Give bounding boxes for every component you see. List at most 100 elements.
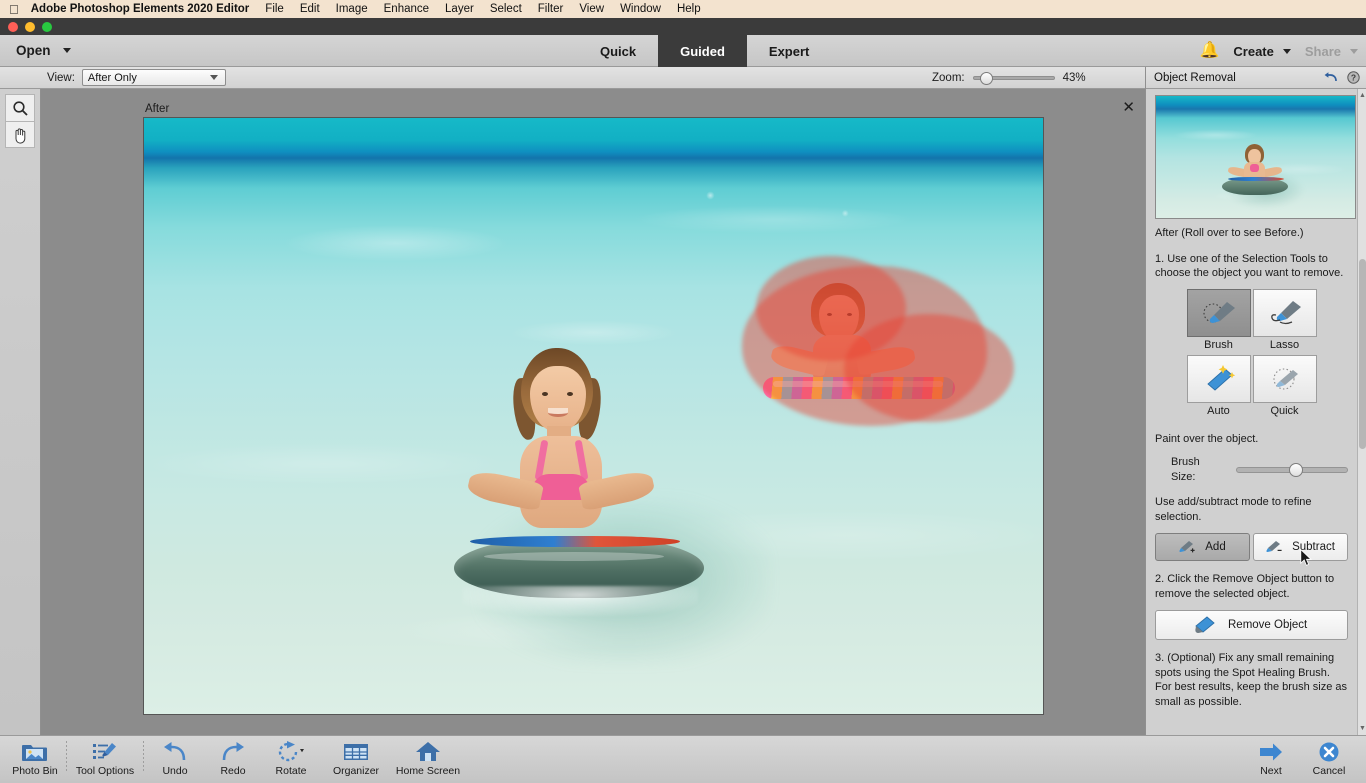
close-icon[interactable]: ✕ bbox=[1122, 100, 1135, 115]
tool-lasso[interactable]: Lasso bbox=[1253, 289, 1317, 355]
menu-help[interactable]: Help bbox=[677, 3, 701, 15]
menu-image[interactable]: Image bbox=[336, 3, 368, 15]
create-label: Create bbox=[1233, 44, 1273, 59]
photo-bin-label: Photo Bin bbox=[12, 765, 58, 777]
chevron-down-icon bbox=[1350, 49, 1358, 54]
eraser-icon bbox=[1194, 616, 1216, 634]
lasso-icon bbox=[1265, 297, 1305, 329]
chevron-down-icon bbox=[63, 48, 71, 53]
zoom-slider[interactable] bbox=[973, 76, 1055, 80]
brush-size-slider[interactable] bbox=[1236, 467, 1348, 473]
step-2-text: 2. Click the Remove Object button to rem… bbox=[1155, 572, 1348, 601]
photo-canvas[interactable] bbox=[143, 117, 1044, 715]
tool-quick[interactable]: Quick bbox=[1253, 355, 1317, 421]
scroll-up-icon[interactable]: ▲ bbox=[1359, 91, 1366, 100]
panel-title: Object Removal bbox=[1154, 72, 1236, 84]
tool-brush[interactable]: Brush bbox=[1187, 289, 1251, 355]
zoom-value: 43% bbox=[1063, 72, 1093, 84]
preview-caption: After (Roll over to see Before.) bbox=[1155, 226, 1348, 241]
menu-filter[interactable]: Filter bbox=[538, 3, 564, 15]
paint-hint-text: Paint over the object. bbox=[1155, 432, 1348, 447]
tab-expert[interactable]: Expert bbox=[747, 35, 831, 67]
panel-header-icons: ? bbox=[1323, 71, 1360, 84]
bell-icon[interactable]: 🔔 bbox=[1199, 43, 1219, 59]
hand-tool-button[interactable] bbox=[5, 121, 35, 148]
view-mode-select[interactable]: After Only bbox=[82, 69, 226, 86]
panel-scrollbar[interactable]: ▲ ▼ bbox=[1357, 89, 1366, 735]
zoom-traffic-light[interactable] bbox=[42, 22, 52, 32]
open-button[interactable]: Open bbox=[10, 41, 77, 60]
mode-tabs: Quick Guided Expert bbox=[578, 35, 831, 67]
magnifier-icon bbox=[12, 100, 29, 117]
photo-bin-icon bbox=[22, 740, 48, 764]
zoom-tool-button[interactable] bbox=[5, 94, 35, 121]
menu-select[interactable]: Select bbox=[490, 3, 522, 15]
scroll-down-icon[interactable]: ▼ bbox=[1359, 724, 1366, 733]
brush-add-icon bbox=[1179, 540, 1197, 554]
apple-logo-icon[interactable]:  bbox=[9, 3, 19, 16]
add-mode-label: Add bbox=[1205, 541, 1225, 553]
rotate-button[interactable]: Rotate bbox=[262, 736, 320, 777]
share-menu-button[interactable]: Share bbox=[1305, 44, 1358, 59]
object-removal-panel: Object Removal ? bbox=[1145, 67, 1366, 735]
menu-edit[interactable]: Edit bbox=[300, 3, 320, 15]
organizer-label: Organizer bbox=[333, 765, 379, 777]
zoom-slider-handle[interactable] bbox=[980, 72, 993, 85]
photoshop-elements-window:  Adobe Photoshop Elements 2020 Editor F… bbox=[0, 0, 1366, 783]
panel-header: Object Removal ? bbox=[1146, 67, 1366, 89]
close-traffic-light[interactable] bbox=[8, 22, 18, 32]
mac-app-title: Adobe Photoshop Elements 2020 Editor bbox=[31, 3, 250, 15]
undo-arrow-icon bbox=[162, 740, 188, 764]
chevron-down-icon bbox=[1283, 49, 1291, 54]
zoom-label: Zoom: bbox=[932, 72, 965, 84]
view-label: View: bbox=[47, 72, 75, 84]
create-menu-button[interactable]: Create bbox=[1233, 44, 1290, 59]
tab-quick[interactable]: Quick bbox=[578, 35, 658, 67]
view-mode-value: After Only bbox=[88, 72, 137, 84]
photo-bin-button[interactable]: Photo Bin bbox=[6, 736, 64, 777]
redo-button[interactable]: Redo bbox=[204, 736, 262, 777]
menu-view[interactable]: View bbox=[579, 3, 604, 15]
selection-overlay bbox=[742, 266, 987, 426]
subtract-mode-label: Subtract bbox=[1292, 541, 1335, 553]
undo-button[interactable]: Undo bbox=[146, 736, 204, 777]
organizer-grid-icon bbox=[343, 740, 369, 764]
add-mode-button[interactable]: Add bbox=[1155, 533, 1250, 561]
divider bbox=[66, 741, 67, 771]
panel-scrollbar-thumb[interactable] bbox=[1359, 259, 1366, 449]
menu-enhance[interactable]: Enhance bbox=[384, 3, 429, 15]
tool-options-button[interactable]: Tool Options bbox=[69, 736, 141, 777]
help-icon[interactable]: ? bbox=[1347, 71, 1360, 84]
cancel-x-icon bbox=[1316, 740, 1342, 764]
menu-layer[interactable]: Layer bbox=[445, 3, 474, 15]
menu-window[interactable]: Window bbox=[620, 3, 661, 15]
hand-icon bbox=[12, 126, 29, 144]
svg-text:?: ? bbox=[1351, 73, 1356, 83]
child-on-bodyboard bbox=[454, 348, 714, 638]
next-button[interactable]: Next bbox=[1242, 736, 1300, 777]
brush-size-control: Brush Size: bbox=[1155, 455, 1348, 484]
brush-subtract-icon bbox=[1266, 540, 1284, 554]
tool-quick-label: Quick bbox=[1253, 403, 1317, 421]
rotate-icon bbox=[276, 740, 306, 764]
tab-guided[interactable]: Guided bbox=[658, 35, 747, 67]
organizer-button[interactable]: Organizer bbox=[320, 736, 392, 777]
reset-arrow-icon[interactable] bbox=[1323, 71, 1338, 84]
brush-size-label: Brush Size: bbox=[1171, 455, 1227, 484]
redo-label: Redo bbox=[220, 765, 245, 777]
result-preview-thumbnail[interactable] bbox=[1155, 95, 1356, 219]
tool-auto[interactable]: Auto bbox=[1187, 355, 1251, 421]
minimize-traffic-light[interactable] bbox=[25, 22, 35, 32]
subtract-mode-button[interactable]: Subtract bbox=[1253, 533, 1348, 561]
left-tool-strip bbox=[0, 89, 41, 735]
brush-size-slider-handle[interactable] bbox=[1289, 463, 1303, 477]
share-label: Share bbox=[1305, 44, 1341, 59]
quick-selection-icon bbox=[1265, 363, 1305, 395]
next-label: Next bbox=[1260, 765, 1282, 777]
step-1-text: 1. Use one of the Selection Tools to cho… bbox=[1155, 252, 1348, 281]
menu-file[interactable]: File bbox=[265, 3, 284, 15]
remove-object-button[interactable]: Remove Object bbox=[1155, 610, 1348, 640]
home-screen-button[interactable]: Home Screen bbox=[392, 736, 464, 777]
canvas-area[interactable]: After ✕ bbox=[41, 89, 1145, 735]
cancel-button[interactable]: Cancel bbox=[1300, 736, 1358, 777]
